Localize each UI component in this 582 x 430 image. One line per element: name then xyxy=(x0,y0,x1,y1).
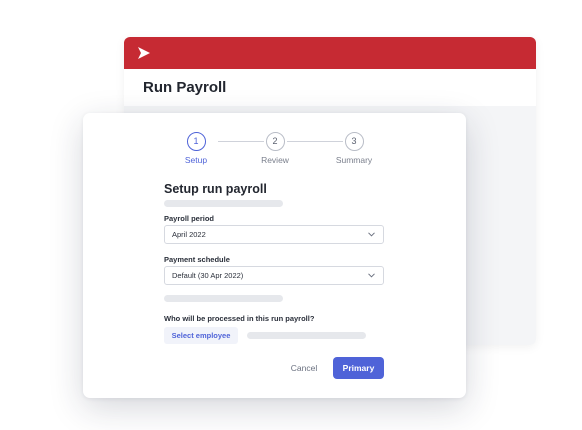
step-summary[interactable]: 3 Summary xyxy=(319,132,389,165)
payroll-period-value: April 2022 xyxy=(172,230,206,239)
payroll-period-select[interactable]: April 2022 xyxy=(164,225,384,244)
payroll-period-label: Payroll period xyxy=(164,214,215,223)
skeleton-placeholder xyxy=(247,332,366,339)
page-title: Run Payroll xyxy=(143,79,227,96)
skeleton-placeholder xyxy=(164,200,283,207)
step-setup[interactable]: 1 Setup xyxy=(161,132,231,165)
payment-schedule-value: Default (30 Apr 2022) xyxy=(172,271,244,280)
skeleton-placeholder xyxy=(164,295,283,302)
step-label: Summary xyxy=(335,155,373,165)
chevron-down-icon xyxy=(368,273,375,278)
chevron-down-icon xyxy=(368,232,375,237)
form-title: Setup run payroll xyxy=(164,182,267,196)
step-number: 2 xyxy=(265,132,285,151)
stepper: 1 Setup 2 Review 3 Summary xyxy=(83,132,466,172)
cancel-button[interactable]: Cancel xyxy=(287,359,321,377)
step-label: Review xyxy=(261,155,289,165)
select-employee-button[interactable]: Select employee xyxy=(164,327,238,344)
app-header-bar xyxy=(124,37,536,69)
step-number: 3 xyxy=(344,132,364,151)
step-number: 1 xyxy=(186,132,206,151)
step-label: Setup xyxy=(184,155,208,165)
employees-question: Who will be processed in this run payrol… xyxy=(164,314,315,323)
run-payroll-modal: 1 Setup 2 Review 3 Summary Setup run pay… xyxy=(83,113,466,398)
primary-button[interactable]: Primary xyxy=(333,357,384,379)
brand-logo-icon xyxy=(138,47,150,59)
payment-schedule-label: Payment schedule xyxy=(164,255,230,264)
payment-schedule-select[interactable]: Default (30 Apr 2022) xyxy=(164,266,384,285)
step-review[interactable]: 2 Review xyxy=(240,132,310,165)
